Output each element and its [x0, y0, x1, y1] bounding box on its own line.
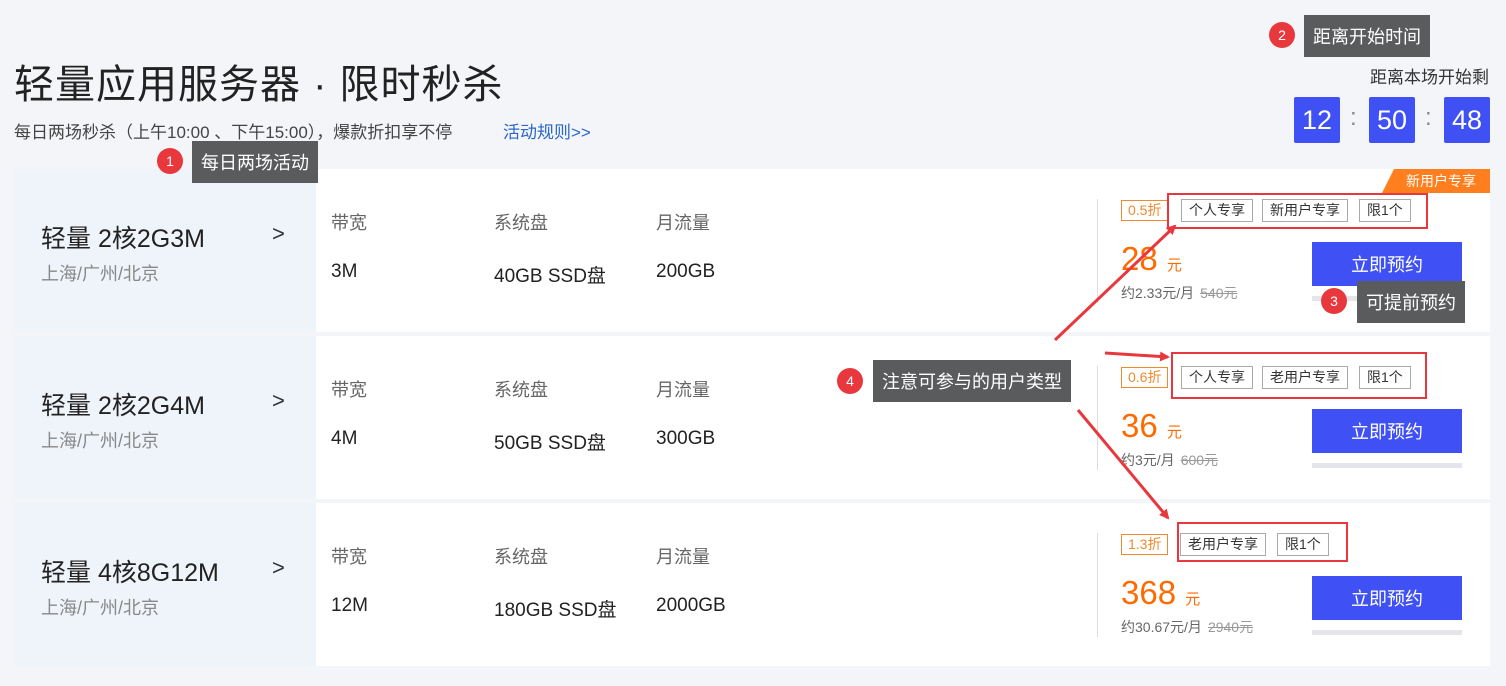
chevron-right-icon[interactable]: > [272, 221, 285, 247]
monthly-value: 约3元/月 [1121, 452, 1175, 468]
highlight-box [1167, 193, 1428, 229]
monthly-price: 约30.67元/月 2940元 [1121, 617, 1253, 637]
bandwidth-value: 12M [331, 595, 368, 616]
divider [1097, 533, 1098, 637]
monthly-price: 约2.33元/月 540元 [1121, 283, 1238, 303]
price-value: 368 [1121, 574, 1177, 611]
highlight-box [1171, 352, 1427, 399]
bandwidth-value: 4M [331, 428, 358, 449]
countdown-label: 距离本场开始剩 [1370, 68, 1489, 87]
bandwidth-label: 带宽 [331, 213, 367, 233]
reserve-button[interactable]: 立即预约 [1312, 409, 1462, 453]
annotation-note: 可提前预约 [1357, 281, 1465, 323]
chevron-right-icon[interactable]: > [272, 388, 285, 414]
countdown-hours: 12 [1294, 97, 1340, 143]
annotation-number: 2 [1269, 22, 1295, 48]
price: 36 元 [1121, 407, 1182, 445]
bandwidth-value: 3M [331, 261, 358, 282]
product-name: 轻量 2核2G4M [41, 392, 205, 420]
bandwidth-label: 带宽 [331, 380, 367, 400]
activity-rules-link[interactable]: 活动规则>> [503, 118, 591, 143]
disk-label: 系统盘 [494, 547, 548, 567]
disk-value: 50GB SSD盘 [494, 433, 606, 454]
discount-badge: 0.6折 [1121, 367, 1169, 388]
product-region: 上海/广州/北京 [41, 264, 160, 284]
monthly-price: 约3元/月 600元 [1121, 450, 1218, 470]
annotation-number: 3 [1321, 288, 1347, 314]
monthly-value: 约30.67元/月 [1121, 619, 1202, 635]
divider [1097, 199, 1098, 303]
price-value: 28 [1121, 240, 1158, 277]
traffic-value: 2000GB [656, 595, 726, 616]
discount-badge: 0.5折 [1121, 200, 1169, 221]
monthly-value: 约2.33元/月 [1121, 285, 1195, 301]
traffic-label: 月流量 [656, 213, 710, 233]
chevron-right-icon[interactable]: > [272, 555, 285, 581]
disk-value: 40GB SSD盘 [494, 266, 606, 287]
original-price: 2940元 [1207, 619, 1254, 635]
product-region: 上海/广州/北京 [41, 598, 160, 618]
price-value: 36 [1121, 407, 1158, 444]
product-region: 上海/广州/北京 [41, 431, 160, 451]
annotation-number: 1 [157, 148, 183, 174]
reserve-button[interactable]: 立即预约 [1312, 576, 1462, 620]
annotation-note: 距离开始时间 [1304, 15, 1430, 57]
product-name: 轻量 4核8G12M [41, 559, 219, 587]
divider [1097, 366, 1098, 470]
countdown-separator: : [1350, 104, 1357, 131]
countdown-seconds: 48 [1444, 97, 1490, 143]
disk-value: 180GB SSD盘 [494, 600, 617, 621]
price: 368 元 [1121, 574, 1200, 612]
page-subtitle: 每日两场秒杀（上午10:00 、下午15:00），爆款折扣享不停 [14, 123, 453, 142]
annotation-note: 注意可参与的用户类型 [873, 360, 1071, 402]
product-summary[interactable]: 轻量 2核2G3M 上海/广州/北京 > [14, 169, 316, 332]
traffic-label: 月流量 [656, 547, 710, 567]
reserve-button[interactable]: 立即预约 [1312, 242, 1462, 286]
price-unit: 元 [1166, 257, 1182, 274]
highlight-box [1177, 522, 1348, 562]
traffic-value: 300GB [656, 428, 716, 449]
traffic-label: 月流量 [656, 380, 710, 400]
disk-label: 系统盘 [494, 213, 548, 233]
progress-bar [1312, 630, 1462, 635]
disk-label: 系统盘 [494, 380, 548, 400]
product-name: 轻量 2核2G3M [41, 225, 205, 253]
progress-bar [1312, 463, 1462, 468]
price-unit: 元 [1185, 591, 1201, 608]
product-summary[interactable]: 轻量 2核2G4M 上海/广州/北京 > [14, 336, 316, 499]
annotation-note: 每日两场活动 [192, 141, 318, 183]
product-summary[interactable]: 轻量 4核8G12M 上海/广州/北京 > [14, 503, 316, 666]
price-unit: 元 [1166, 424, 1182, 441]
price: 28 元 [1121, 240, 1182, 278]
countdown-separator: : [1425, 104, 1432, 131]
new-user-corner-badge: 新用户专享 [1382, 169, 1490, 193]
page-title: 轻量应用服务器 · 限时秒杀 [14, 63, 504, 107]
bandwidth-label: 带宽 [331, 547, 367, 567]
discount-badge: 1.3折 [1121, 534, 1169, 555]
countdown-minutes: 50 [1369, 97, 1415, 143]
annotation-number: 4 [837, 368, 863, 394]
original-price: 540元 [1200, 285, 1238, 301]
traffic-value: 200GB [656, 261, 716, 282]
original-price: 600元 [1180, 452, 1219, 468]
